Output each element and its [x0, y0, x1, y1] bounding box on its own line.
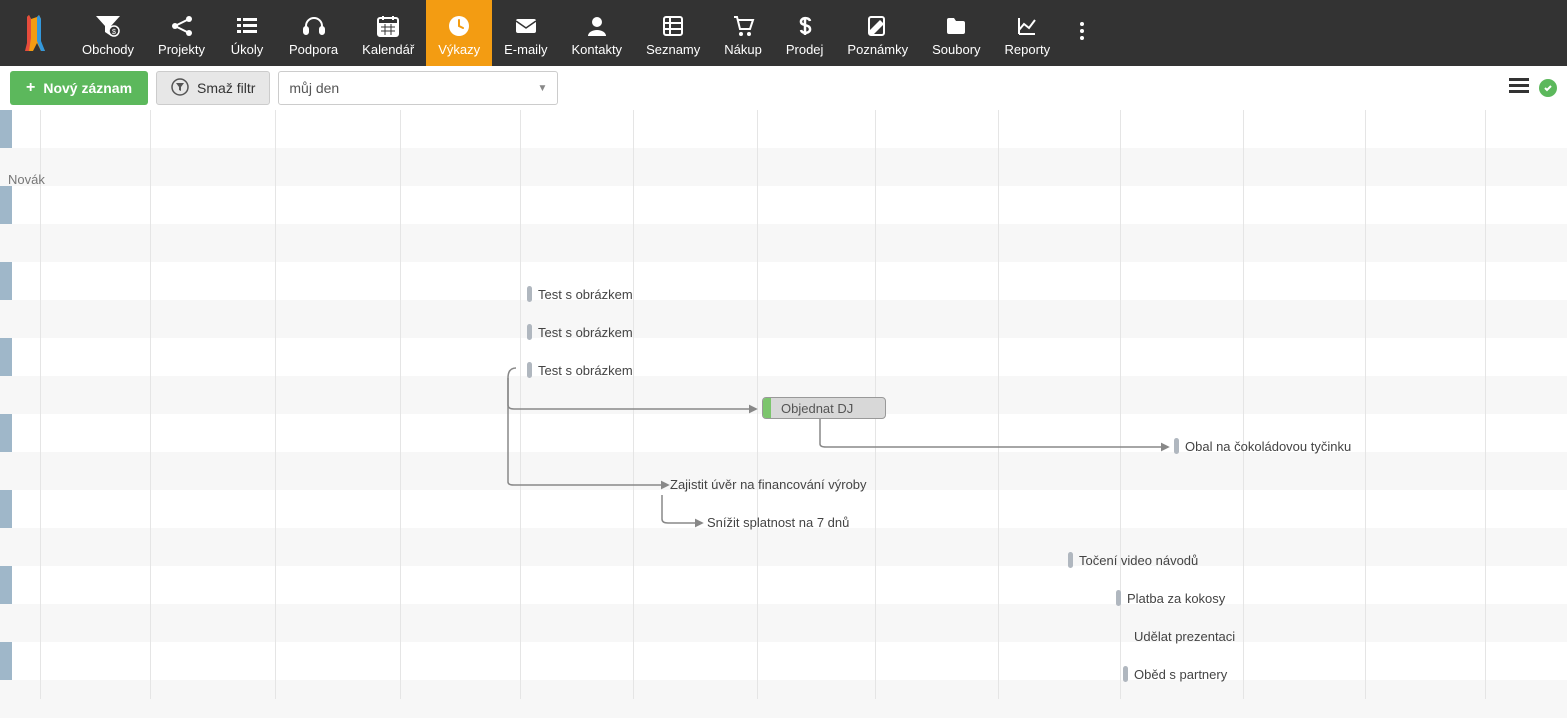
gantt-area: Novák Test s obrázkem Test s obrázkem Te… — [0, 110, 1567, 699]
nav-ukoly[interactable]: Úkoly — [217, 0, 277, 66]
clock-icon — [447, 12, 471, 40]
envelope-icon — [514, 12, 538, 40]
nav-seznamy[interactable]: Seznamy — [634, 0, 712, 66]
nav-projekty[interactable]: Projekty — [146, 0, 217, 66]
task-row-selected[interactable]: Objednat DJ — [762, 397, 886, 419]
chart-icon — [1015, 12, 1039, 40]
task-handle[interactable] — [527, 324, 532, 340]
task-row[interactable]: Test s obrázkem — [527, 286, 633, 302]
task-row[interactable]: Udělat prezentaci — [1134, 628, 1235, 644]
nav-vykazy[interactable]: Výkazy — [426, 0, 492, 66]
task-row[interactable]: Test s obrázkem — [527, 362, 633, 378]
svg-text:$: $ — [112, 29, 116, 36]
nav-soubory[interactable]: Soubory — [920, 0, 992, 66]
nav-kontakty[interactable]: Kontakty — [559, 0, 634, 66]
task-row[interactable]: Test s obrázkem — [527, 324, 633, 340]
nav-reporty[interactable]: Reporty — [993, 0, 1063, 66]
task-handle[interactable] — [763, 398, 771, 418]
edit-icon — [866, 12, 890, 40]
task-row[interactable]: Platba za kokosy — [1116, 590, 1225, 606]
task-handle[interactable] — [1068, 552, 1073, 568]
task-handle[interactable] — [527, 286, 532, 302]
cart-icon — [731, 12, 755, 40]
nav-prodej[interactable]: Prodej — [774, 0, 836, 66]
checklist-icon — [235, 12, 259, 40]
nav-podpora[interactable]: Podpora — [277, 0, 350, 66]
task-handle[interactable] — [527, 362, 532, 378]
list-grid-icon — [661, 12, 685, 40]
top-nav: $ Obchody Projekty Úkoly Podpora Kalendá… — [0, 0, 1567, 66]
task-row[interactable]: Oběd s partnery — [1123, 666, 1227, 682]
new-record-button[interactable]: + Nový záznam — [10, 71, 148, 105]
plus-icon: + — [26, 79, 35, 97]
task-handle[interactable] — [1174, 438, 1179, 454]
nav-nakup[interactable]: Nákup — [712, 0, 774, 66]
dollar-icon — [793, 12, 817, 40]
headset-icon — [302, 12, 326, 40]
folder-icon — [944, 12, 968, 40]
nav-emaily[interactable]: E-maily — [492, 0, 559, 66]
nav-kalendar[interactable]: Kalendář — [350, 0, 426, 66]
person-icon — [585, 12, 609, 40]
chevron-down-icon: ▼ — [537, 83, 547, 94]
task-row[interactable]: Zajistit úvěr na financování výroby — [670, 476, 867, 492]
nav-obchody[interactable]: $ Obchody — [70, 0, 146, 66]
toolbar: + Nový záznam Smaž filtr můj den ▼ — [0, 66, 1567, 110]
funnel-icon: $ — [95, 12, 121, 40]
llama-icon — [19, 13, 51, 53]
share-icon — [170, 12, 194, 40]
clear-filter-button[interactable]: Smaž filtr — [156, 71, 270, 105]
nav-poznamky[interactable]: Poznámky — [835, 0, 920, 66]
more-vertical-icon — [1079, 21, 1085, 46]
filter-clear-icon — [171, 78, 189, 99]
app-logo[interactable] — [0, 0, 70, 66]
task-row[interactable]: Točení video návodů — [1068, 552, 1198, 568]
task-handle[interactable] — [1116, 590, 1121, 606]
calendar-icon — [376, 12, 400, 40]
task-row[interactable]: Obal na čokoládovou tyčinku — [1174, 438, 1351, 454]
nav-more[interactable] — [1062, 0, 1102, 66]
task-handle[interactable] — [1123, 666, 1128, 682]
task-row[interactable]: Snížit splatnost na 7 dnů — [707, 514, 849, 530]
user-label: Novák — [8, 172, 45, 187]
sync-status-ok[interactable] — [1539, 79, 1557, 97]
filter-select[interactable]: můj den ▼ — [278, 71, 558, 105]
filter-select-value: můj den — [289, 80, 339, 96]
list-menu-icon[interactable] — [1509, 77, 1529, 100]
